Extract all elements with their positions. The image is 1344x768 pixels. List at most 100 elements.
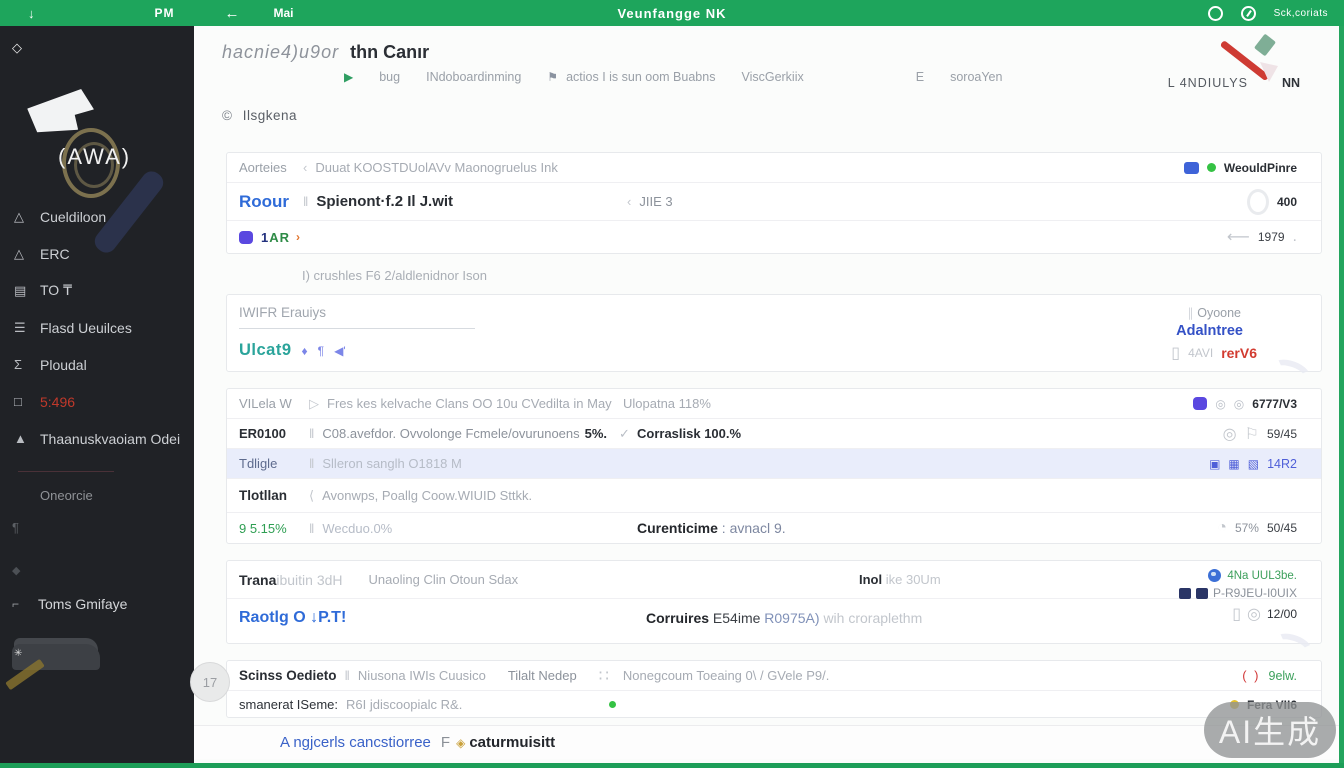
pilcrow-icon: ¶ [12,520,19,535]
count-value: 12/00 [1266,607,1297,621]
edit-pencil-icon[interactable] [1218,33,1284,86]
triangle-icon: △ [14,208,24,224]
box-icon [1195,587,1208,599]
record-card-4: Tranaibuitin 3dH Unaoling Clin Otoun Sda… [226,560,1322,664]
tag-label: 1AR [261,229,291,245]
record-name[interactable]: Raotlg O ↓P.T! [239,609,346,627]
row-desc: Avonwps, Poallg Coow.WIUID Sttkk. [322,488,533,503]
right-meta: ∥ Oyoone [1187,306,1241,320]
record-name[interactable]: Roour [239,192,303,212]
table-row[interactable]: smanerat ISeme: R6I jdiscoopialc R&. Fer… [227,691,1321,718]
table-row[interactable]: Scinss Oedieto ‖ Niusona IWIs Cuusico Ti… [227,661,1321,691]
box-icon: ▯ [1171,345,1181,362]
table-row[interactable]: Tlotllan ⟨ Avonwps, Poallg Coow.WIUID St… [227,479,1321,513]
table-row[interactable]: Roour ‖ Spienont·f.2 Il J.wit ‹ JIIE 3 40… [227,183,1321,221]
row-label: Trana [239,571,277,588]
table-row[interactable]: Tranaibuitin 3dH Unaoling Clin Otoun Sda… [227,561,1321,599]
linked-name[interactable]: Adalntree [1176,323,1243,339]
tab-e[interactable]: E [916,70,924,84]
row-label: Tlotllan [239,488,287,503]
table-row[interactable]: Raotlg O ↓P.T! Corruires E54ime R0975A) … [227,599,1321,637]
tab-soroayen[interactable]: soroaYen [950,70,1002,84]
check-icon: ✓ [619,425,630,441]
chevron-icon: ‖ [309,426,315,441]
table-row-selected[interactable]: Tdligle ‖ Slleron sanglh O1818 M ▣ ▦ ▧ 1… [227,449,1321,479]
sidebar: ◇ (AWA) △ Cueldiloon △ ERC ▤ TO ₸ ☰ Flas… [0,26,194,764]
table-row[interactable]: 9 5.15% ‖ Wecduo.0% Curenticime : avnacl… [227,513,1321,543]
status-dot-green [609,701,616,708]
sidebar-item-ploudal[interactable]: Σ Ploudal [0,346,194,383]
row-label: Tdligle [239,456,278,471]
row-desc: Fres kes kelvache Clans OO 10u CVedilta … [327,396,612,411]
account-label[interactable]: Sck,coriats [1274,8,1328,19]
circle-icon[interactable] [1207,5,1223,21]
row-desc3: Nonegcoum Toeaing 0\ / GVele P9/. [622,668,830,683]
main-content: hacnie4)u9or thn Canır ▶ bug INdoboardin… [194,26,1344,764]
tab-viscgerkiix[interactable]: ViscGerkiix [741,70,803,84]
chevron-right-icon: › [296,230,301,244]
chevron-icon: ‖ [344,668,350,683]
tab-indoboardinming[interactable]: INdoboardinming [426,70,521,84]
window-title: Veunfangge NK [617,5,727,21]
record-card-5: Scinss Oedieto ‖ Niusona IWIs Cuusico Ti… [226,660,1322,718]
percent-value: 57% [1234,521,1259,535]
search-input[interactable]: IWIFR Erauiys [239,305,475,329]
sidebar-user[interactable]: ⌐ Toms Gmifaye [12,596,127,612]
sidebar-item-erc[interactable]: △ ERC [0,235,194,272]
row-label: Scinss Oedieto [239,668,337,683]
footer-mid: F [440,734,451,751]
bracket-icon: ⌐ [12,597,20,611]
count-value: 400 [1276,194,1297,209]
list-icon: ☰ [14,319,26,335]
pilcrow-icon: ¶ [317,343,325,358]
sidebar-item-5496[interactable]: □ 5:496 [0,383,194,420]
arrow-left-icon: ⟵ [1226,229,1250,246]
mountain-icon: ▲ [14,431,27,446]
green-value: 9elw. [1268,668,1298,683]
status-dot-green [1206,163,1216,172]
grid-icon: ▤ [14,282,27,298]
record-desc: Spienont·f.2 Il J.wit [316,193,454,210]
reference-link[interactable]: R0975A) [764,610,819,626]
faint-code: 4AVI [1188,346,1214,360]
grid-icon: ▣ [1209,456,1221,471]
sidebar-item-flasd[interactable]: ☰ Flasd Ueuilces [0,309,194,346]
medal-icon [1246,188,1269,215]
chevron-icon: ‖ [309,520,315,536]
table-row[interactable]: VILela W ▷ Fres kes kelvache Clans OO 10… [227,389,1321,419]
record-card-2: IWIFR Erauiys Ulcat9 ♦ ¶ ◀' ∥ Oyoone Ada… [226,294,1322,390]
dice-icon: ◎ [1222,425,1237,443]
reference-code: P-R9JEU-I0UIX [1212,586,1297,600]
globe-icon [1208,569,1222,582]
footer-link[interactable]: A ngjcerls cancstiorree [280,734,431,751]
count-value: 50/45 [1266,521,1297,535]
triangle-icon: △ [14,245,24,261]
chevron-icon: ‹ [303,160,308,175]
top-bar: ↓ PM ← Mai Veunfangge NK Sck,coriats [0,0,1344,26]
table-row[interactable]: Aorteies ‹ Duuat KOOSTDUolAVv Maonogruel… [227,153,1321,183]
sidebar-item-cueldiloon[interactable]: △ Cueldiloon [0,198,194,235]
sidebar-item-transmission[interactable]: ▲ Thaanuskvaoiam Odei [0,420,194,457]
table-row[interactable]: 1AR › ⟵ 1979 . [227,221,1321,253]
row-desc: Slleron sanglh O1818 M [322,456,462,471]
mid-bold-value: Inol [859,572,883,587]
mid-value: Ulopatna 118% [623,396,711,411]
record-name[interactable]: Ulcat9 [239,341,292,360]
app-badge-icon [1193,397,1208,410]
row-label: ER0100 [239,426,286,441]
circle-icon: ◎ [1233,396,1245,411]
table-row[interactable]: ER0100 ‖ C08.avefdor. Ovvolonge Fcmele/o… [227,419,1321,449]
window-edge-right [1339,26,1344,768]
ai-watermark: AI生成 [1204,702,1336,758]
header-user[interactable]: NN [1282,76,1300,90]
mid-bold-value: Corruires [646,610,710,626]
number-circle: 17 [190,662,230,702]
circle-icon: ◎ [1215,396,1226,411]
circle-icon: ◎ [1247,606,1261,623]
sidebar-item-to[interactable]: ▤ TO ₸ [0,272,194,309]
history-icon[interactable] [1240,5,1256,21]
section-label: © Ilsgkena [222,108,298,123]
tab-actios[interactable]: actios I is sun oom Buabns [566,70,715,84]
flag-faint-icon: ⚐ [1244,425,1259,443]
tab-bug[interactable]: bug [379,70,400,84]
